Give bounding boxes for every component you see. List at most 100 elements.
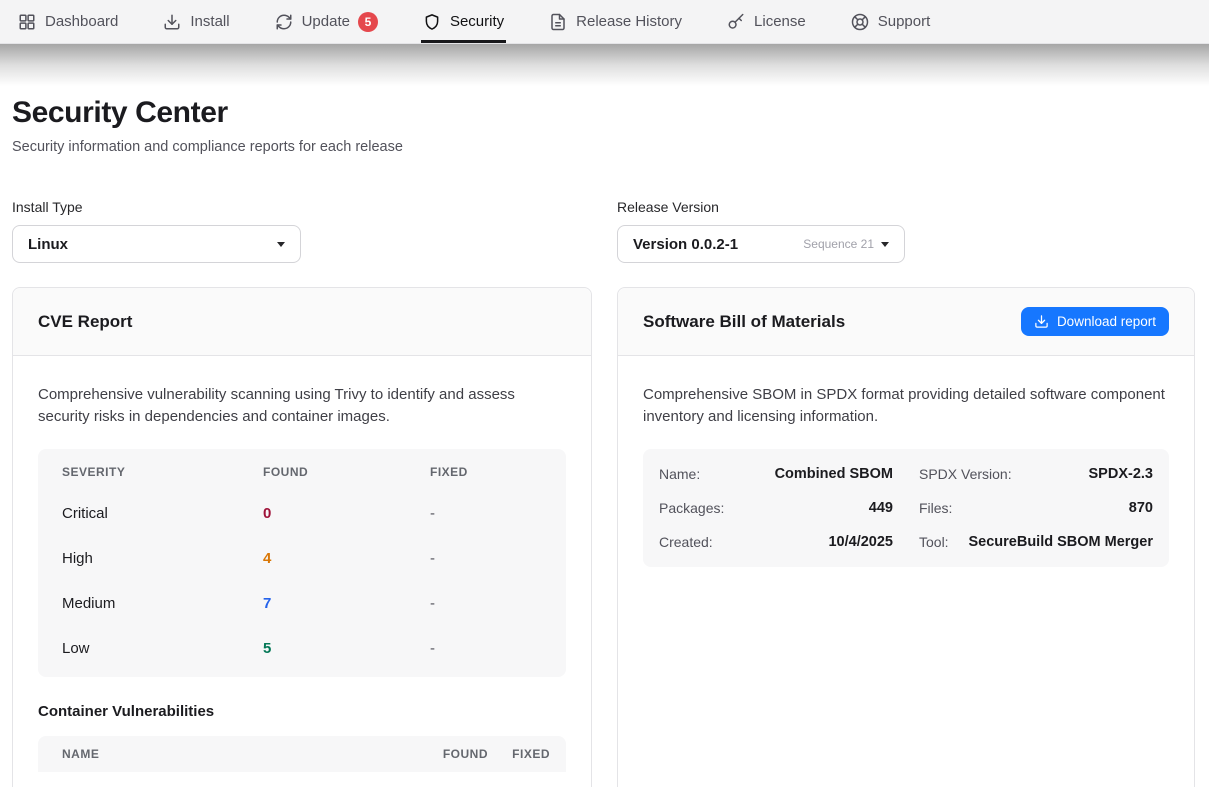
nav-item-label: Update	[302, 13, 350, 30]
severity-row-critical: Critical0-	[38, 491, 566, 536]
chevron-down-icon	[881, 242, 889, 247]
sbom-header: Software Bill of Materials Download repo…	[618, 288, 1194, 356]
severity-found-count: 0	[263, 505, 430, 522]
severity-fixed-count: -	[430, 640, 542, 657]
install-type-filter: Install Type Linux	[12, 199, 592, 263]
release-history-icon	[549, 13, 567, 31]
nav-item-license[interactable]: License	[727, 0, 806, 43]
severity-found-count: 7	[263, 595, 430, 612]
container-vuln-table-header: NAME FOUND FIXED	[38, 736, 566, 772]
severity-found-count: 4	[263, 550, 430, 567]
sbom-info-value: Combined SBOM	[775, 466, 893, 482]
nav-item-label: Install	[190, 13, 229, 30]
nav-item-label: Support	[878, 13, 931, 30]
severity-row-low: Low5-	[38, 626, 566, 671]
found-col-header: FOUND	[408, 747, 488, 761]
sbom-info-label: Created:	[659, 534, 713, 550]
fixed-col-header: FIXED	[430, 465, 542, 479]
sbom-info-label: Packages:	[659, 500, 724, 516]
release-version-filter: Release Version Version 0.0.2-1 Sequence…	[617, 199, 1195, 263]
severity-fixed-count: -	[430, 505, 542, 522]
sbom-info-value: SPDX-2.3	[1089, 466, 1153, 482]
release-version-select[interactable]: Version 0.0.2-1 Sequence 21	[617, 225, 905, 263]
cards-row: CVE Report Comprehensive vulnerability s…	[12, 287, 1195, 787]
sequence-wrap: Sequence 21	[803, 237, 889, 251]
sequence-label: Sequence 21	[803, 237, 874, 251]
sbom-card: Software Bill of Materials Download repo…	[617, 287, 1195, 787]
sbom-title: Software Bill of Materials	[643, 312, 845, 332]
dashboard-icon	[18, 13, 36, 31]
update-icon	[275, 13, 293, 31]
page-title: Security Center	[12, 96, 1195, 130]
sbom-info-files: Files: 870	[919, 491, 1153, 525]
sbom-info-value: 870	[1129, 500, 1153, 516]
severity-table-rows: Critical0-High4-Medium7-Low5-	[38, 491, 566, 671]
severity-fixed-count: -	[430, 550, 542, 567]
sbom-body: Comprehensive SBOM in SPDX format provid…	[618, 356, 1194, 595]
page-subtitle: Security information and compliance repo…	[12, 139, 1195, 155]
main-content: Security Center Security information and…	[0, 96, 1209, 787]
cve-report-header: CVE Report	[13, 288, 591, 356]
fixed-col-header: FIXED	[488, 747, 550, 761]
sbom-info-spdxversion: SPDX Version: SPDX-2.3	[919, 457, 1153, 491]
sbom-info-panel: Name: Combined SBOM SPDX Version: SPDX-2.3 P…	[643, 449, 1169, 567]
nav-item-dashboard[interactable]: Dashboard	[18, 0, 118, 43]
severity-name: Critical	[62, 505, 263, 522]
sbom-info-created: Created: 10/4/2025	[659, 525, 893, 559]
nav-item-update[interactable]: Update 5	[275, 0, 378, 43]
sbom-info-packages: Packages: 449	[659, 491, 893, 525]
sbom-info-value: SecureBuild SBOM Merger	[968, 534, 1153, 550]
container-vulnerabilities-title: Container Vulnerabilities	[38, 703, 566, 720]
sbom-info-label: Files:	[919, 500, 952, 516]
license-icon	[727, 13, 745, 31]
release-version-value: Version 0.0.2-1	[633, 236, 738, 253]
install-icon	[163, 13, 181, 31]
nav-item-label: Release History	[576, 13, 682, 30]
sbom-info-label: SPDX Version:	[919, 466, 1012, 482]
cve-report-card: CVE Report Comprehensive vulnerability s…	[12, 287, 592, 787]
severity-table: SEVERITY FOUND FIXED Critical0-High4-Med…	[38, 449, 566, 677]
severity-table-header: SEVERITY FOUND FIXED	[38, 449, 566, 491]
security-icon	[423, 13, 441, 31]
severity-name: Medium	[62, 595, 263, 612]
download-report-label: Download report	[1057, 314, 1156, 329]
severity-row-medium: Medium7-	[38, 581, 566, 626]
cve-report-title: CVE Report	[38, 312, 132, 332]
nav-item-support[interactable]: Support	[851, 0, 931, 43]
sbom-info-name: Name: Combined SBOM	[659, 457, 893, 491]
severity-name: High	[62, 550, 263, 567]
scroll-shadow-band	[0, 44, 1209, 86]
release-version-label: Release Version	[617, 199, 1195, 215]
cve-report-body: Comprehensive vulnerability scanning usi…	[13, 356, 591, 787]
severity-name: Low	[62, 640, 263, 657]
install-type-select[interactable]: Linux	[12, 225, 301, 263]
nav-item-label: Dashboard	[45, 13, 118, 30]
severity-fixed-count: -	[430, 595, 542, 612]
nav-item-install[interactable]: Install	[163, 0, 229, 43]
nav-item-label: License	[754, 13, 806, 30]
severity-found-count: 5	[263, 640, 430, 657]
support-icon	[851, 13, 869, 31]
download-icon	[1034, 314, 1049, 329]
nav-item-label: Security	[450, 13, 504, 30]
install-type-label: Install Type	[12, 199, 592, 215]
severity-row-high: High4-	[38, 536, 566, 581]
sbom-info-label: Tool:	[919, 534, 949, 550]
update-count-badge: 5	[358, 12, 378, 32]
name-col-header: NAME	[62, 747, 408, 761]
sbom-info-label: Name:	[659, 466, 700, 482]
found-col-header: FOUND	[263, 465, 430, 479]
sbom-info-value: 449	[869, 500, 893, 516]
chevron-down-icon	[277, 242, 285, 247]
sbom-info-tool: Tool: SecureBuild SBOM Merger	[919, 525, 1153, 559]
sbom-info-value: 10/4/2025	[828, 534, 893, 550]
sbom-description: Comprehensive SBOM in SPDX format provid…	[643, 384, 1169, 427]
filters-row: Install Type Linux Release Version Versi…	[12, 199, 1195, 263]
download-report-button[interactable]: Download report	[1021, 307, 1169, 336]
install-type-value: Linux	[28, 236, 68, 253]
top-nav: Dashboard Install Update 5 Security Release H…	[0, 0, 1209, 44]
cve-report-description: Comprehensive vulnerability scanning usi…	[38, 384, 566, 427]
severity-col-header: SEVERITY	[62, 465, 263, 479]
nav-item-security[interactable]: Security	[423, 0, 504, 43]
nav-item-release-history[interactable]: Release History	[549, 0, 682, 43]
